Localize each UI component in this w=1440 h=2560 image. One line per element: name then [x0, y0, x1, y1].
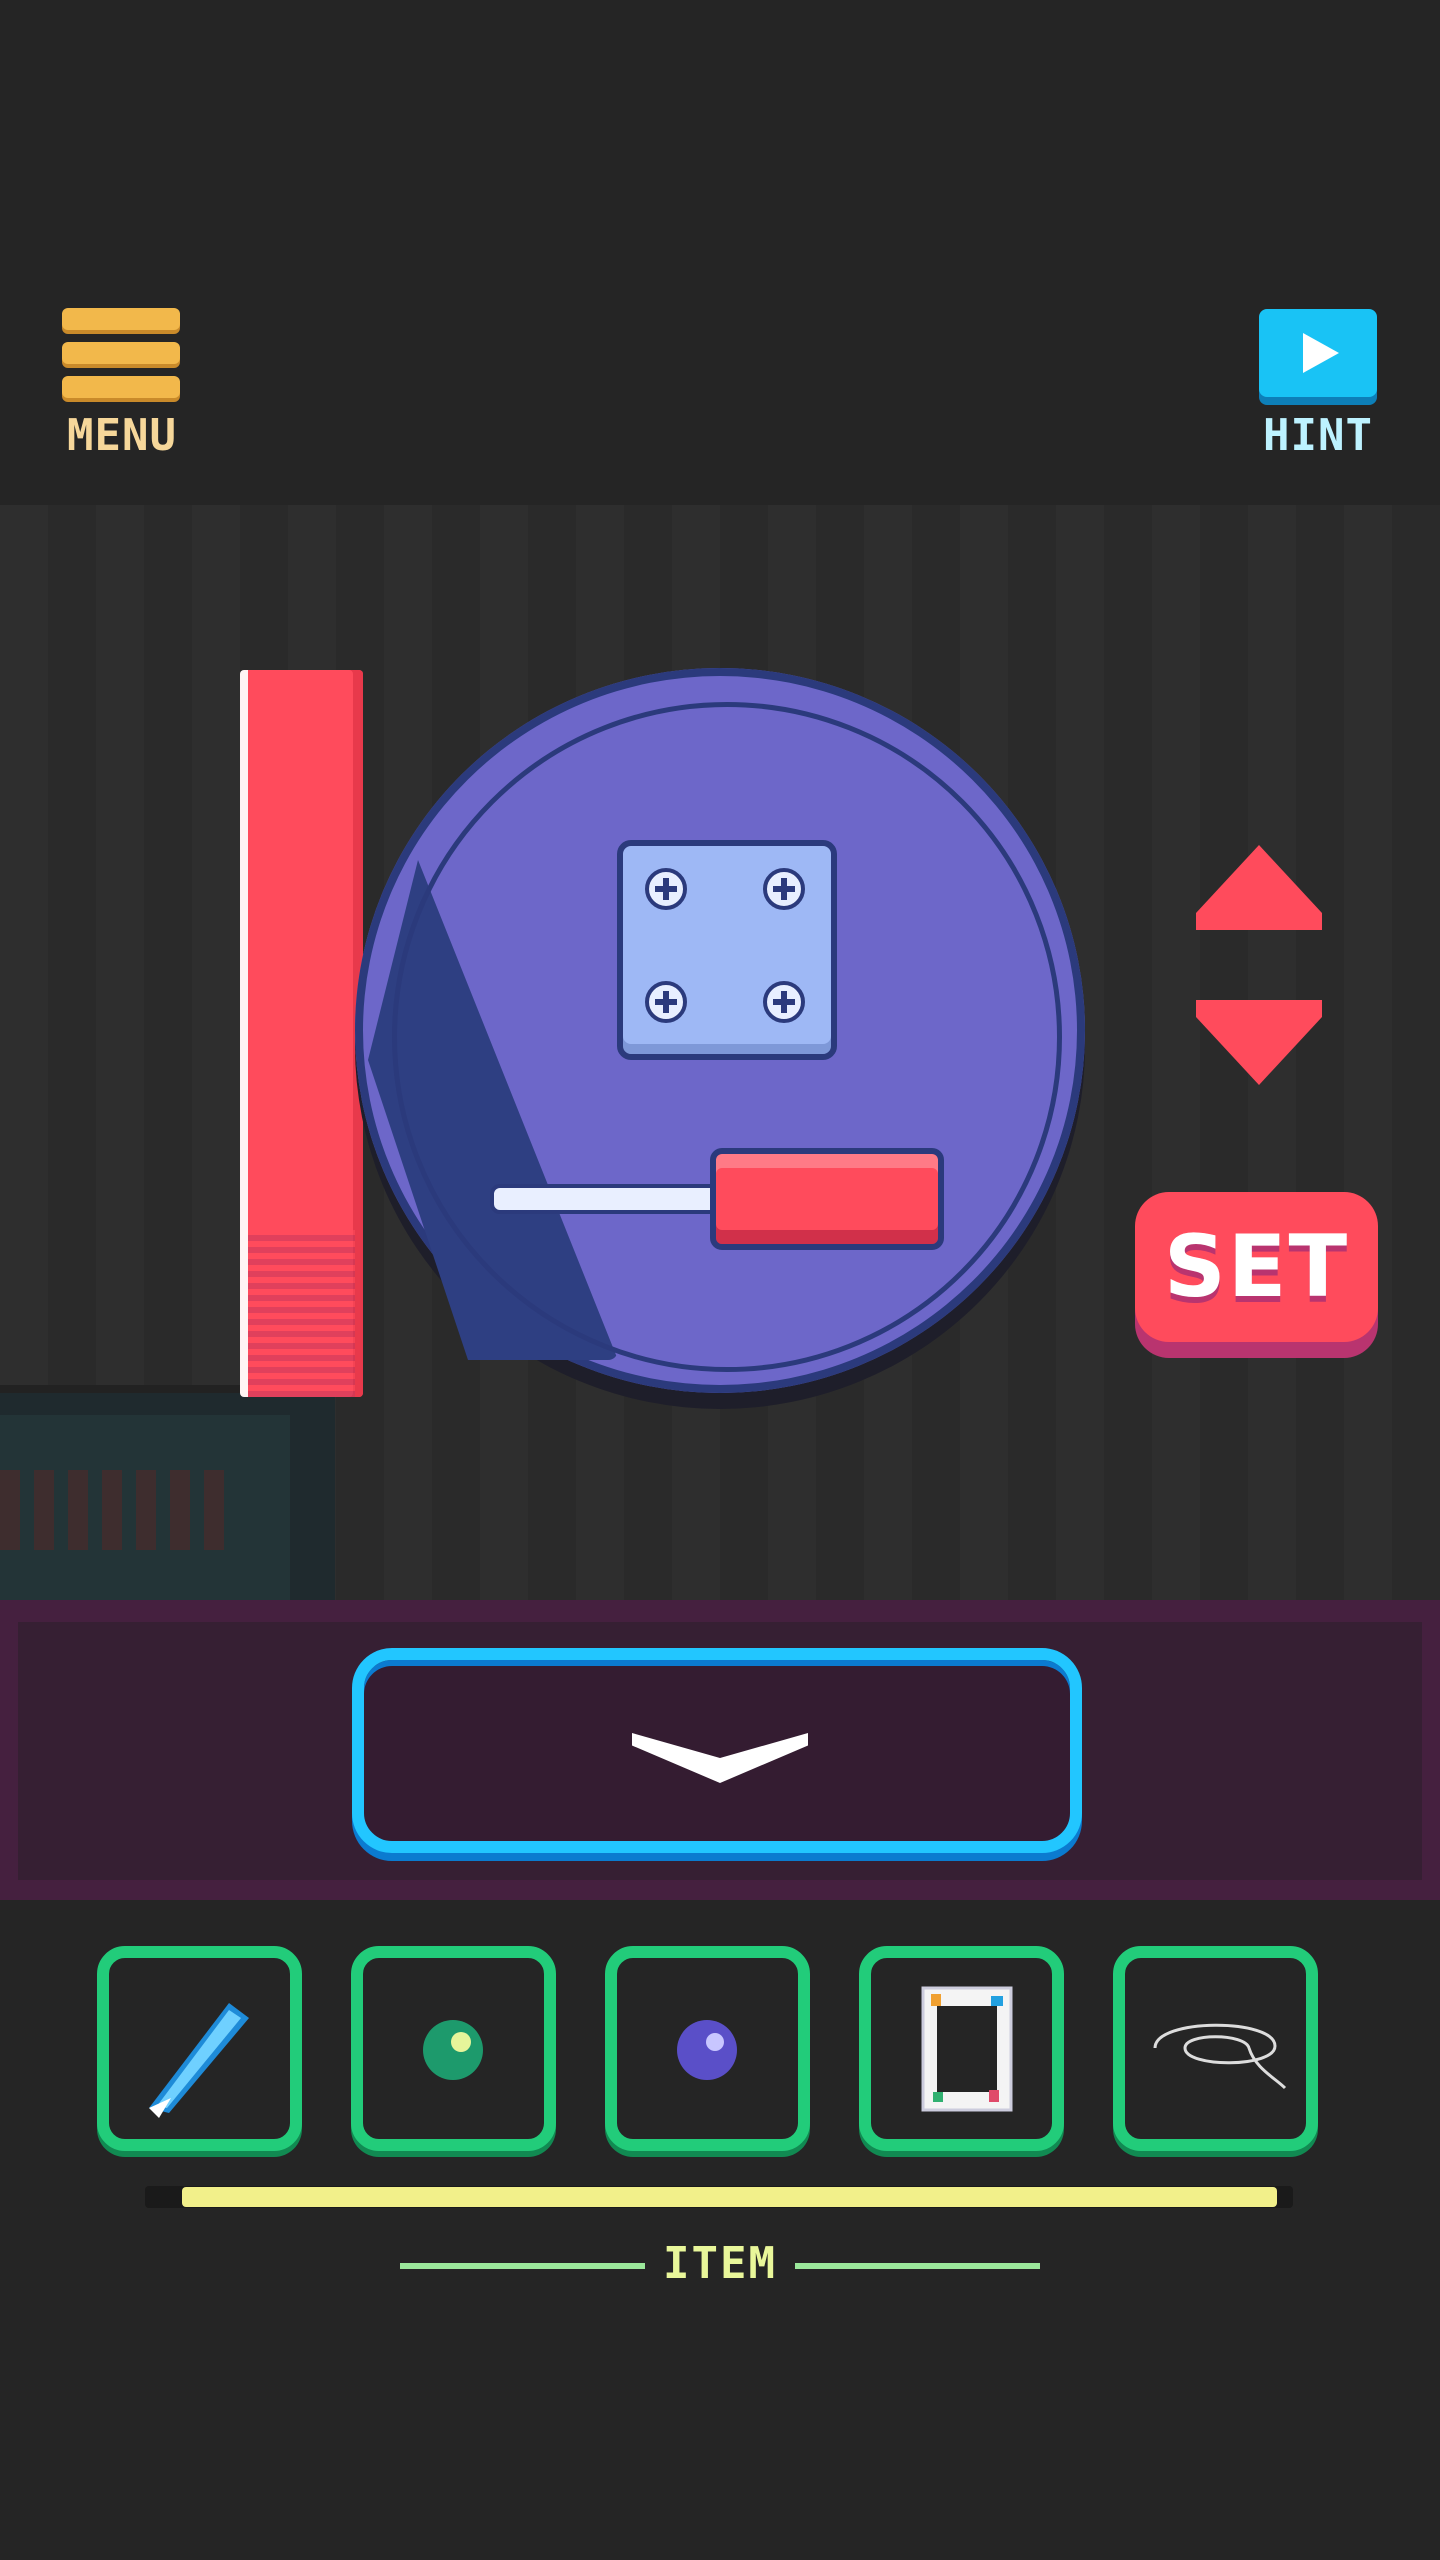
screwdriver-handle [710, 1148, 944, 1250]
set-button[interactable]: SET [1135, 1192, 1378, 1342]
navigate-down-button[interactable] [352, 1648, 1082, 1853]
playing-card-icon [921, 1986, 1013, 2112]
inventory-slot-2[interactable] [351, 1946, 556, 2151]
item-label: ITEM [663, 2238, 777, 2289]
string-icon [1153, 2023, 1287, 2090]
hint-button[interactable]: HINT [1256, 305, 1381, 465]
green-ball-icon [423, 2020, 483, 2080]
purple-ball-icon [677, 2020, 737, 2080]
background-frame-text [0, 1470, 230, 1550]
hint-video-box [1259, 309, 1377, 397]
screw-icon[interactable] [763, 868, 805, 910]
screw-icon[interactable] [645, 868, 687, 910]
inventory-slot-4[interactable] [859, 1946, 1064, 2151]
item-bar-fill [182, 2187, 1277, 2207]
red-bar-shading [248, 1230, 355, 1397]
play-icon [1303, 333, 1339, 373]
metal-plate[interactable] [617, 840, 837, 1060]
menu-label: MENU [67, 410, 177, 461]
inventory-slot-3[interactable] [605, 1946, 810, 2151]
screw-icon[interactable] [645, 981, 687, 1023]
inventory-slot-1[interactable] [97, 1946, 302, 2151]
menu-button[interactable]: MENU [60, 305, 185, 465]
inventory-slot-5[interactable] [1113, 1946, 1318, 2151]
screw-icon[interactable] [763, 981, 805, 1023]
screwdriver[interactable] [490, 1148, 944, 1250]
item-divider-left [400, 2263, 645, 2269]
cutter-knife-icon [149, 2003, 249, 2118]
hint-label: HINT [1263, 410, 1373, 461]
screwdriver-shaft [490, 1184, 728, 1214]
top-bar [0, 0, 1440, 505]
item-divider-right [795, 2263, 1040, 2269]
